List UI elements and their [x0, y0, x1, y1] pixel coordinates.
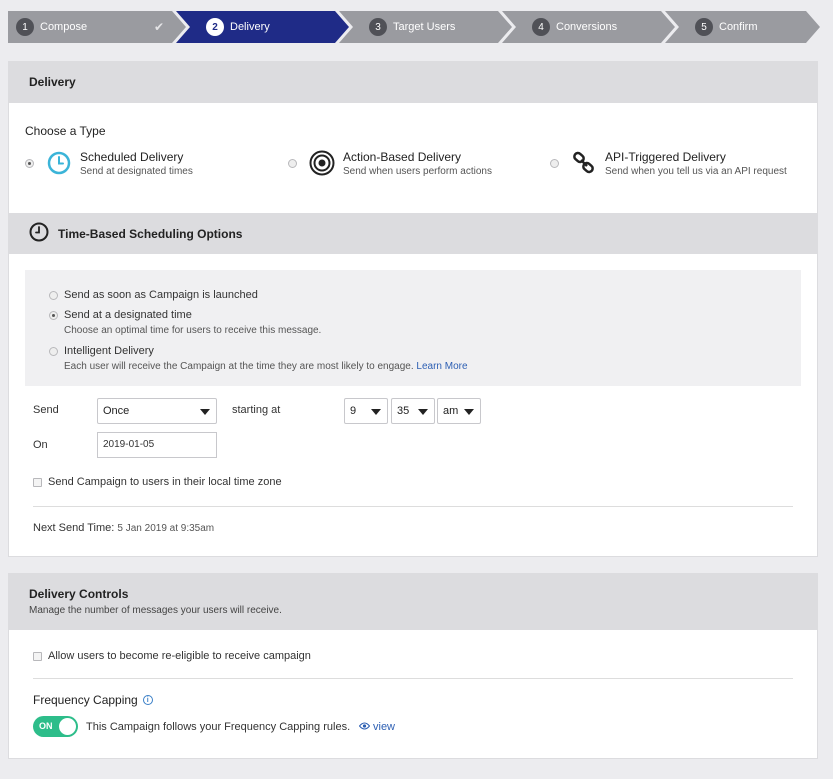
type-title: Action-Based Delivery: [343, 150, 462, 164]
send-frequency-select[interactable]: Once: [97, 398, 217, 424]
delivery-controls-panel: Delivery Controls Manage the number of m…: [8, 573, 818, 759]
chevron-down-icon: [371, 409, 381, 415]
option-designated-time[interactable]: Send at a designated time Choose an opti…: [49, 309, 321, 336]
target-icon: [309, 150, 335, 176]
local-timezone-option[interactable]: Send Campaign to users in their local ti…: [33, 476, 282, 488]
step-number: 3: [369, 18, 387, 36]
next-send-time: Next Send Time: 5 Jan 2019 at 9:35am: [33, 522, 214, 534]
ampm-value: am: [443, 405, 459, 417]
frequency-capping-toggle[interactable]: ON: [33, 716, 78, 737]
step-label: Target Users: [393, 21, 456, 33]
type-title: API-Triggered Delivery: [605, 150, 726, 164]
frequency-capping-label: Frequency Capping: [33, 693, 138, 707]
info-icon[interactable]: i: [142, 695, 153, 705]
schedule-options: Send as soon as Campaign is launched Sen…: [25, 270, 801, 386]
ampm-select[interactable]: am: [437, 398, 481, 424]
starting-at-label: starting at: [232, 404, 281, 416]
type-action-based-delivery[interactable]: Action-Based Delivery Send when users pe…: [288, 150, 492, 177]
next-send-value: 5 Jan 2019 at 9:35am: [117, 523, 215, 534]
option-intelligent-delivery[interactable]: Intelligent Delivery Each user will rece…: [49, 345, 468, 372]
scheduling-title: Time-Based Scheduling Options: [58, 226, 243, 241]
hour-select[interactable]: 9: [344, 398, 388, 424]
step-label: Confirm: [719, 21, 758, 33]
step-confirm[interactable]: 5 Confirm: [665, 11, 820, 43]
wizard-steps: 1 Compose ✔ 2 Delivery 3 Target Users 4 …: [8, 11, 820, 43]
option-send-on-launch[interactable]: Send as soon as Campaign is launched: [49, 289, 258, 301]
type-api-triggered-delivery[interactable]: API-Triggered Delivery Send when you tel…: [550, 150, 787, 177]
step-compose[interactable]: 1 Compose ✔: [8, 11, 186, 43]
option-label: Send at a designated time: [64, 309, 192, 321]
type-subtitle: Send at designated times: [80, 166, 193, 177]
step-label: Compose: [40, 21, 88, 33]
check-icon: ✔: [153, 20, 164, 34]
minute-value: 35: [397, 405, 410, 417]
action-based-radio[interactable]: [288, 159, 297, 168]
option-label: Send as soon as Campaign is launched: [64, 289, 258, 301]
minute-select[interactable]: 35: [391, 398, 435, 424]
frequency-capping-title: Frequency Capping i: [33, 693, 153, 707]
scheduling-header: Time-Based Scheduling Options: [9, 213, 817, 254]
type-title: Scheduled Delivery: [80, 150, 184, 164]
chevron-down-icon: [200, 409, 210, 415]
step-delivery[interactable]: 2 Delivery: [176, 11, 349, 43]
option-subtitle: Choose an optimal time for users to rece…: [64, 325, 322, 336]
view-label: view: [373, 721, 396, 733]
delivery-controls-title: Delivery Controls: [29, 587, 129, 601]
clock-icon: [29, 222, 49, 245]
option-subtitle-text: Each user will receive the Campaign at t…: [64, 361, 414, 372]
scheduled-radio[interactable]: [25, 159, 34, 168]
view-link[interactable]: view: [358, 721, 396, 733]
local-timezone-checkbox[interactable]: [33, 477, 42, 487]
delivery-controls-subtitle: Manage the number of messages your users…: [29, 605, 282, 616]
reeligible-label: Allow users to become re-eligible to rec…: [48, 650, 311, 662]
frequency-capping-text: This Campaign follows your Frequency Cap…: [86, 721, 351, 733]
option-label: Intelligent Delivery: [64, 345, 154, 357]
learn-more-link[interactable]: Learn More: [416, 361, 467, 372]
send-label: Send: [33, 404, 59, 416]
intelligent-delivery-radio[interactable]: [49, 347, 58, 356]
type-subtitle: Send when users perform actions: [343, 166, 492, 177]
step-target-users[interactable]: 3 Target Users: [339, 11, 512, 43]
step-number: 2: [206, 18, 224, 36]
link-icon: [571, 150, 597, 176]
option-subtitle: Each user will receive the Campaign at t…: [64, 361, 468, 372]
designated-time-radio[interactable]: [49, 311, 58, 320]
reeligible-option[interactable]: Allow users to become re-eligible to rec…: [33, 650, 311, 662]
step-label: Conversions: [556, 21, 618, 33]
hour-value: 9: [350, 405, 357, 417]
clock-icon: [46, 150, 72, 176]
chevron-down-icon: [464, 409, 474, 415]
api-triggered-radio[interactable]: [550, 159, 559, 168]
divider: [33, 506, 793, 507]
step-number: 5: [695, 18, 713, 36]
step-number: 4: [532, 18, 550, 36]
send-on-launch-radio[interactable]: [49, 291, 58, 300]
reeligible-checkbox[interactable]: [33, 651, 42, 661]
step-conversions[interactable]: 4 Conversions: [502, 11, 675, 43]
type-scheduled-delivery[interactable]: Scheduled Delivery Send at designated ti…: [25, 150, 193, 177]
local-timezone-label: Send Campaign to users in their local ti…: [48, 476, 282, 488]
toggle-knob: [59, 718, 76, 735]
delivery-panel: Delivery Choose a Type Scheduled Deliver…: [8, 61, 818, 557]
choose-type-label: Choose a Type: [25, 124, 106, 138]
step-label: Delivery: [230, 21, 270, 33]
type-subtitle: Send when you tell us via an API request: [605, 166, 787, 177]
send-frequency-value: Once: [103, 405, 130, 417]
divider: [33, 678, 793, 679]
next-send-label: Next Send Time:: [33, 522, 115, 534]
date-input[interactable]: 2019-01-05: [97, 432, 217, 458]
chevron-down-icon: [418, 409, 428, 415]
eye-icon: [358, 721, 371, 733]
toggle-label: ON: [39, 721, 53, 731]
on-label: On: [33, 439, 48, 451]
delivery-header: Delivery: [9, 62, 817, 103]
delivery-controls-header: Delivery Controls Manage the number of m…: [9, 574, 817, 630]
step-number: 1: [16, 18, 34, 36]
